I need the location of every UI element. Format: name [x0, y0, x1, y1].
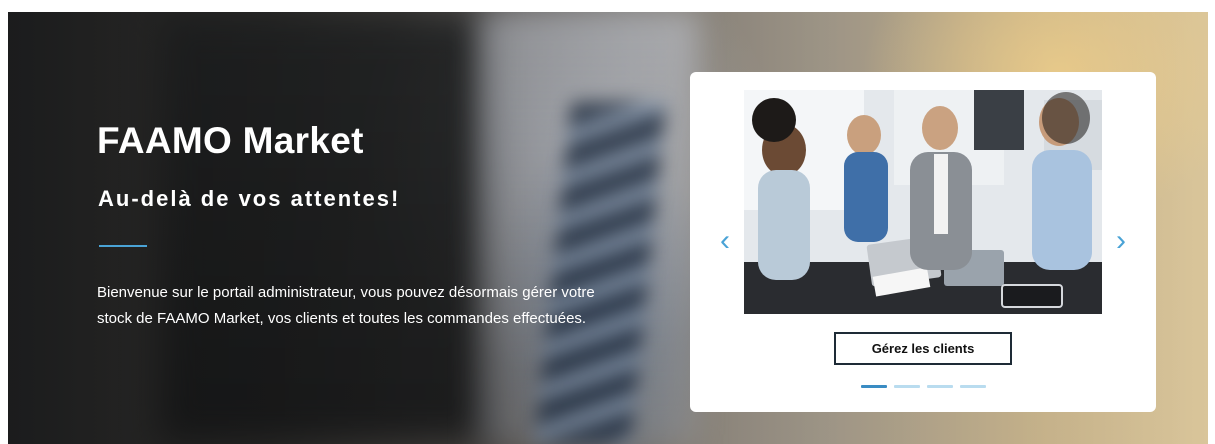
manage-clients-button[interactable]: Gérez les clients [834, 332, 1012, 365]
carousel-card: ‹ › Gérez les clients [690, 72, 1156, 412]
accent-divider [99, 245, 147, 247]
hero-banner: FAAMO Market Au-delà de vos attentes! Bi… [8, 12, 1208, 444]
carousel-indicator-4[interactable] [960, 385, 986, 388]
carousel-indicator-2[interactable] [894, 385, 920, 388]
hero-description: Bienvenue sur le portail administrateur,… [97, 284, 595, 327]
carousel-next-icon[interactable]: › [1111, 226, 1131, 256]
carousel-indicator-3[interactable] [927, 385, 953, 388]
carousel-indicators [861, 385, 986, 388]
carousel-indicator-1[interactable] [861, 385, 887, 388]
carousel-slide-image [744, 90, 1102, 314]
carousel-prev-icon[interactable]: ‹ [715, 226, 735, 256]
team-meeting-photo [744, 90, 1102, 314]
hero-subtitle: Au-delà de vos attentes! [98, 186, 401, 211]
hero-title: FAAMO Market [97, 120, 364, 161]
